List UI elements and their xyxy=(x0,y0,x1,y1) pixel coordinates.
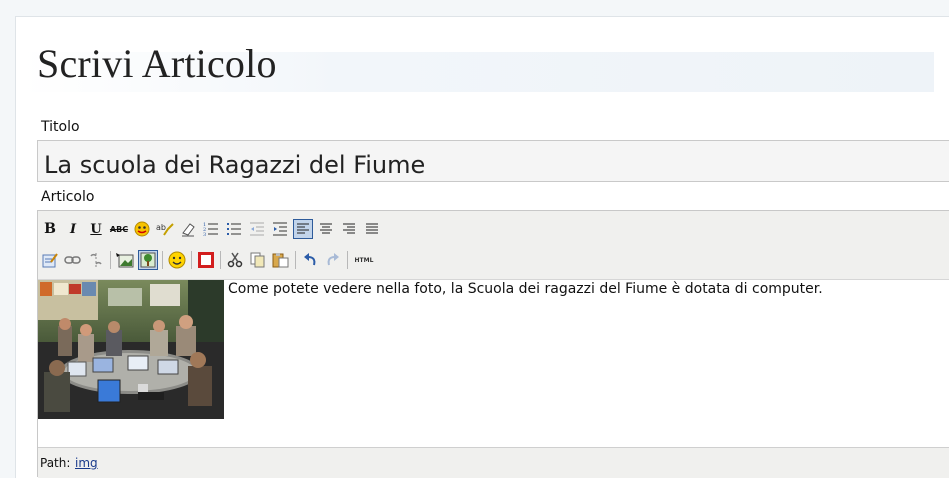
article-label: Articolo xyxy=(41,189,95,205)
align-right-icon xyxy=(343,223,355,234)
copy-icon xyxy=(250,252,265,268)
media-button[interactable] xyxy=(196,250,216,270)
toolbar-separator xyxy=(295,251,296,269)
toolbar-separator xyxy=(347,251,348,269)
paste-button[interactable] xyxy=(271,250,291,270)
svg-text:ab: ab xyxy=(156,223,166,232)
abc-check-icon: ab xyxy=(156,223,174,236)
remove-format-button[interactable] xyxy=(178,219,198,239)
copy-button[interactable] xyxy=(248,250,268,270)
title-label: Titolo xyxy=(41,119,80,135)
spellcheck-icon xyxy=(134,221,150,237)
editor-content-area[interactable]: Come potete vedere nella foto, la Scuola… xyxy=(38,280,949,446)
editor-toolbar: B I U ABC ab 123 HTML xyxy=(38,211,949,280)
align-justify-icon xyxy=(366,223,378,234)
ordered-list-icon: 123 xyxy=(203,222,218,237)
undo-button[interactable] xyxy=(300,250,320,270)
toolbar-row-2: HTML xyxy=(40,249,379,271)
link-icon xyxy=(64,256,81,264)
unordered-list-icon xyxy=(227,223,241,235)
align-right-button[interactable] xyxy=(339,219,359,239)
align-center-button[interactable] xyxy=(316,219,336,239)
indent-icon xyxy=(273,222,287,236)
image-tree-icon xyxy=(140,252,156,268)
indent-button[interactable] xyxy=(270,219,290,239)
redo-button[interactable] xyxy=(323,250,343,270)
align-justify-button[interactable] xyxy=(362,219,382,239)
toolbar-separator xyxy=(162,251,163,269)
unlink-button[interactable] xyxy=(86,250,106,270)
path-img-link[interactable]: img xyxy=(75,456,98,470)
html-button[interactable]: HTML xyxy=(352,250,376,270)
smiley-button[interactable] xyxy=(167,250,187,270)
toolbar-separator xyxy=(110,251,111,269)
toolbar-separator xyxy=(191,251,192,269)
page-title: Scrivi Articolo xyxy=(37,41,277,86)
article-photo[interactable] xyxy=(38,280,224,419)
edit-icon xyxy=(42,253,58,268)
smiley-icon xyxy=(168,251,186,269)
edit-button[interactable] xyxy=(40,250,60,270)
underline-button[interactable]: U xyxy=(86,219,106,239)
align-left-button[interactable] xyxy=(293,219,313,239)
outdent-icon xyxy=(250,222,264,236)
toolbar-separator xyxy=(220,251,221,269)
italic-icon: I xyxy=(69,221,77,237)
strikethrough-icon: ABC xyxy=(109,224,129,234)
paste-icon xyxy=(272,253,289,268)
bold-button[interactable]: B xyxy=(40,219,60,239)
scissors-icon xyxy=(227,252,243,268)
unordered-list-button[interactable] xyxy=(224,219,244,239)
path-label: Path: xyxy=(40,456,71,470)
insert-image-button[interactable] xyxy=(115,250,135,270)
unlink-icon xyxy=(90,253,102,267)
svg-text:3: 3 xyxy=(203,232,206,237)
red-square-icon xyxy=(198,252,214,268)
bold-icon: B xyxy=(44,221,56,237)
align-center-icon xyxy=(320,223,332,234)
underline-icon: U xyxy=(90,221,102,237)
redo-icon xyxy=(327,253,339,266)
title-input[interactable] xyxy=(37,140,949,182)
align-left-icon xyxy=(297,223,309,234)
outdent-button[interactable] xyxy=(247,219,267,239)
eraser-icon xyxy=(182,223,195,237)
article-body-text[interactable]: Come potete vedere nella foto, la Scuola… xyxy=(228,281,948,298)
undo-icon xyxy=(304,253,316,266)
toolbar-row-1: B I U ABC ab 123 xyxy=(40,218,385,240)
insert-image-icon xyxy=(116,253,134,268)
html-icon: HTML xyxy=(354,256,374,264)
cut-button[interactable] xyxy=(225,250,245,270)
image-properties-button[interactable] xyxy=(138,250,158,270)
rich-text-editor: B I U ABC ab 123 HTML Come potete vedere… xyxy=(37,210,949,478)
link-button[interactable] xyxy=(63,250,83,270)
spelling-abc-button[interactable]: ab xyxy=(155,219,175,239)
italic-button[interactable]: I xyxy=(63,219,83,239)
spellcheck-button[interactable] xyxy=(132,219,152,239)
strikethrough-button[interactable]: ABC xyxy=(109,219,129,239)
editor-statusbar: Path: img xyxy=(38,447,949,478)
ordered-list-button[interactable]: 123 xyxy=(201,219,221,239)
